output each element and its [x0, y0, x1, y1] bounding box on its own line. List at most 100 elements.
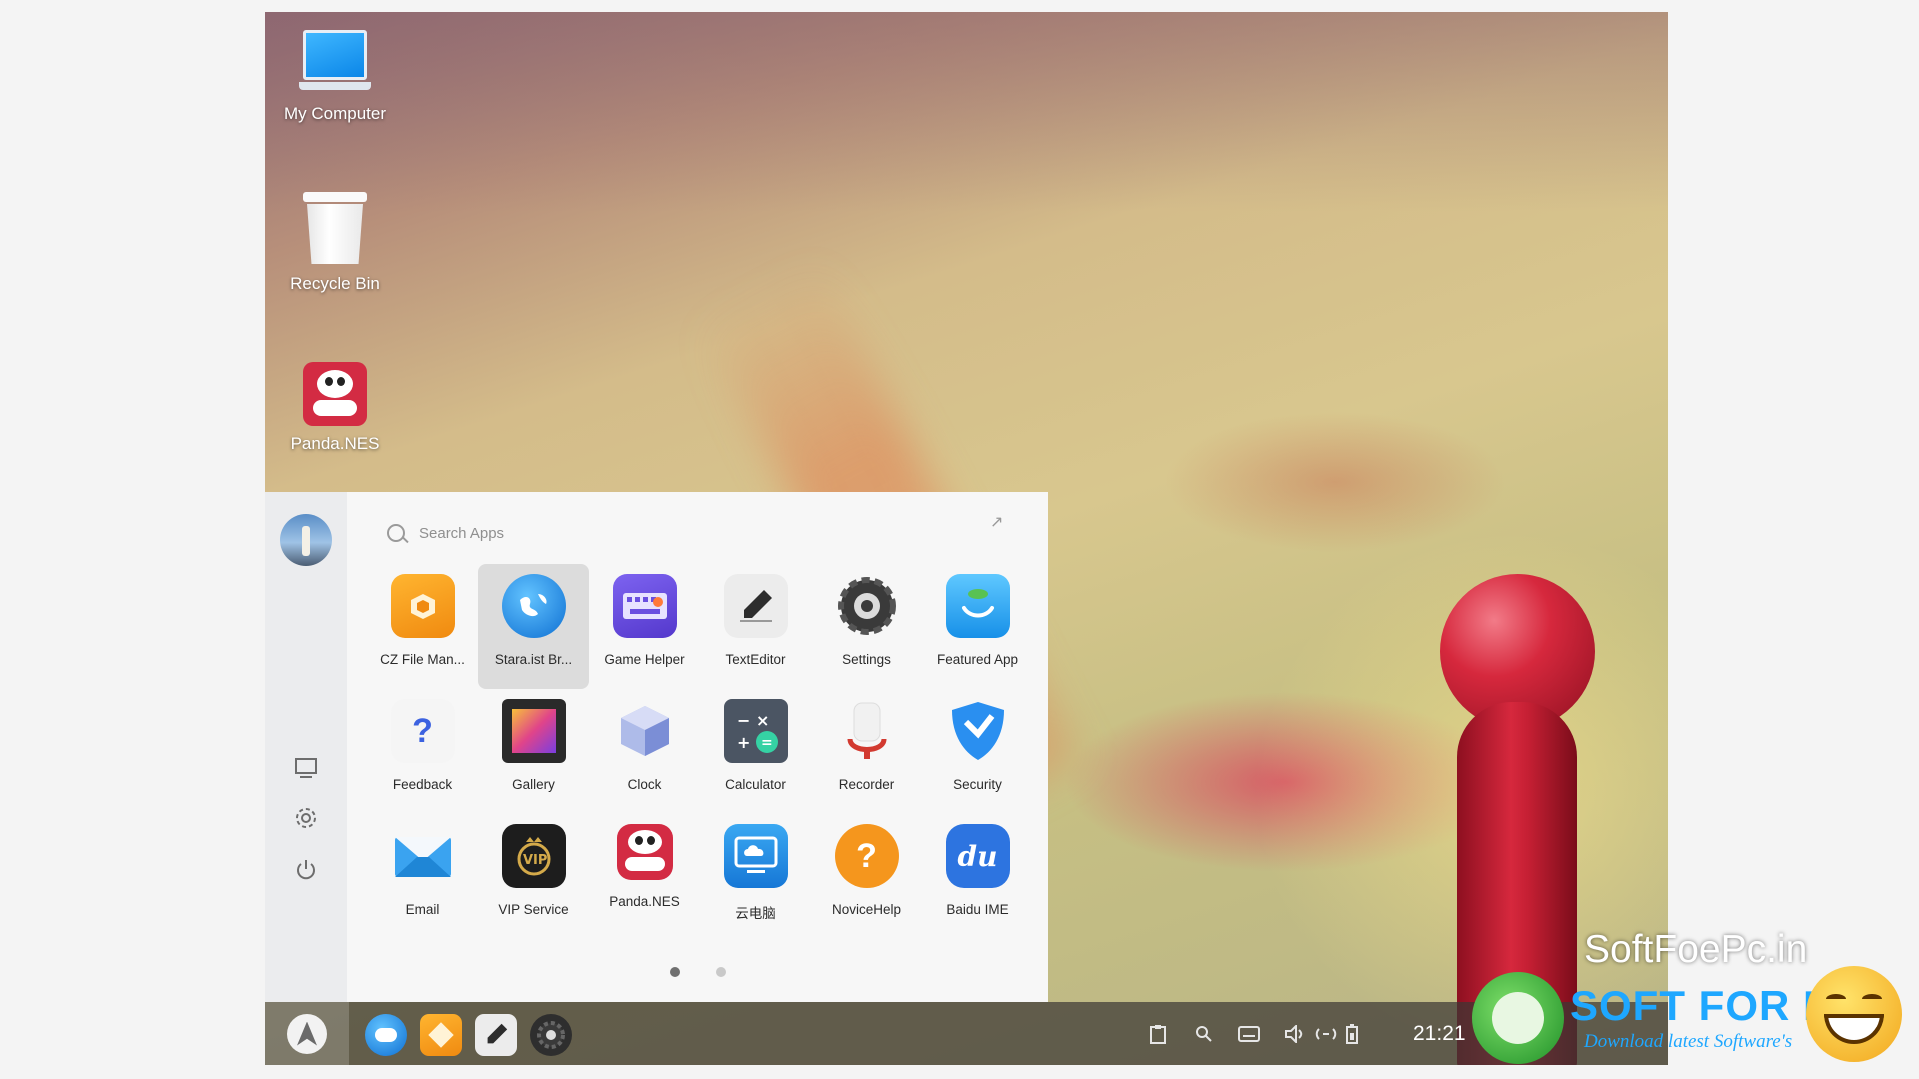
app-label: Panda.NES: [609, 894, 680, 909]
svg-text:VIP: VIP: [523, 853, 547, 868]
search-bar[interactable]: Search Apps: [387, 516, 987, 550]
folder-cube-icon: [428, 1022, 454, 1048]
app-launcher: Search Apps ↗ CZ File Man... Stara.ist B…: [347, 492, 1048, 1002]
app-clock[interactable]: Clock: [589, 689, 700, 814]
microphone-icon: [835, 699, 899, 763]
tray-battery-icon[interactable]: [1345, 1002, 1359, 1065]
app-security[interactable]: Security: [922, 689, 1033, 814]
app-feedback[interactable]: ? Feedback: [367, 689, 478, 814]
page-dot-1[interactable]: [669, 967, 680, 977]
app-vip-service[interactable]: VIP VIP Service: [478, 814, 589, 939]
search-input[interactable]: Search Apps: [419, 525, 504, 542]
desktop-show-button[interactable]: [292, 754, 320, 782]
app-label: NoviceHelp: [831, 902, 902, 917]
tray-volume-icon[interactable]: [1285, 1002, 1305, 1065]
picture-icon: [501, 699, 566, 763]
app-email[interactable]: Email: [367, 814, 478, 939]
taskbar-file-manager[interactable]: [420, 1014, 462, 1056]
gear-icon: [537, 1021, 565, 1049]
taskbar-settings[interactable]: [530, 1014, 572, 1056]
start-button[interactable]: [265, 1002, 349, 1065]
tray-clipboard-icon[interactable]: [1150, 1002, 1166, 1065]
panda-gamepad-icon: [616, 824, 673, 880]
app-label: CZ File Man...: [380, 652, 465, 667]
question-icon: ?: [390, 699, 455, 763]
svg-text:+: +: [737, 733, 750, 752]
watermark-logo-icon: [1472, 972, 1564, 1064]
app-recorder[interactable]: Recorder: [811, 689, 922, 814]
globe-icon: [375, 1028, 397, 1042]
watermark-subtitle: Download latest Software's: [1584, 1031, 1793, 1052]
help-circle-icon: ?: [834, 824, 899, 888]
desktop-icon-recycle-bin[interactable]: Recycle Bin: [270, 192, 400, 294]
desktop-icon-label: My Computer: [283, 104, 387, 123]
gear-icon: [296, 808, 316, 828]
app-browser[interactable]: Stara.ist Br...: [478, 564, 589, 689]
laptop-icon: [299, 30, 371, 96]
expand-arrow-icon[interactable]: ↗: [990, 512, 1003, 532]
app-cz-file-manager[interactable]: CZ File Man...: [367, 564, 478, 689]
taskbar-text-editor[interactable]: [475, 1014, 517, 1056]
vip-crown-icon: VIP: [501, 824, 566, 888]
app-label: TextEditor: [725, 652, 786, 667]
app-label: Settings: [842, 652, 891, 667]
calculator-icon: − × + =: [723, 699, 788, 763]
app-settings[interactable]: Settings: [811, 564, 922, 689]
app-panda-nes[interactable]: Panda.NES: [589, 814, 700, 939]
desktop-icon-my-computer[interactable]: My Computer: [270, 30, 400, 124]
app-label: Clock: [627, 777, 662, 792]
tray-network-icon[interactable]: [1315, 1002, 1337, 1065]
app-label: 云电脑: [735, 906, 776, 921]
app-label: Feedback: [392, 777, 453, 792]
monitor-icon: [295, 758, 317, 778]
app-label: Calculator: [725, 777, 786, 792]
app-novice-help[interactable]: ? NoviceHelp: [811, 814, 922, 939]
desktop: My Computer Recycle Bin Panda.NES Search…: [265, 12, 1668, 1065]
phoenix-logo-icon: [287, 1013, 327, 1054]
taskbar: 21:21: [265, 1002, 1668, 1065]
power-button[interactable]: [292, 856, 320, 884]
desktop-icon-label: Recycle Bin: [290, 274, 380, 293]
globe-icon: [501, 574, 566, 638]
page-dot-2[interactable]: [715, 967, 726, 977]
launcher-sidebar: [265, 492, 347, 1002]
trash-icon: [303, 192, 367, 266]
app-game-helper[interactable]: Game Helper: [589, 564, 700, 689]
desktop-icon-panda-nes[interactable]: Panda.NES: [270, 362, 400, 454]
app-cloud-computer[interactable]: 云电脑: [700, 814, 811, 939]
app-featured[interactable]: Featured App: [922, 564, 1033, 689]
panda-gamepad-icon: [303, 362, 367, 426]
pen-icon: [487, 1023, 508, 1044]
app-label: VIP Service: [498, 902, 569, 917]
svg-text:=: =: [761, 735, 773, 751]
taskbar-clock[interactable]: 21:21: [1413, 1002, 1466, 1065]
store-bag-icon: [945, 574, 1010, 638]
app-label: Stara.ist Br...: [494, 652, 573, 667]
app-calculator[interactable]: − × + = Calculator: [700, 689, 811, 814]
page-indicator: [347, 964, 1048, 982]
pen-icon: [723, 574, 788, 638]
app-text-editor[interactable]: TextEditor: [700, 564, 811, 689]
desktop-icon-label: Panda.NES: [290, 434, 380, 453]
power-icon: [297, 860, 315, 880]
settings-button[interactable]: [292, 804, 320, 832]
app-gallery[interactable]: Gallery: [478, 689, 589, 814]
app-baidu-ime[interactable]: du Baidu IME: [922, 814, 1033, 939]
app-label: Recorder: [838, 777, 895, 792]
baidu-du-icon: du: [945, 824, 1010, 888]
watermark-site-text: SoftFoePc.in: [1584, 928, 1808, 971]
tray-search-icon[interactable]: [1195, 1002, 1213, 1065]
app-label: Baidu IME: [946, 902, 1009, 917]
cloud-monitor-icon: [723, 824, 788, 888]
app-label: Email: [405, 902, 440, 917]
keyboard-icon: [612, 574, 677, 638]
smiley-emoji-icon: [1806, 966, 1902, 1062]
app-label: Game Helper: [604, 652, 685, 667]
app-label: Gallery: [512, 777, 555, 792]
app-grid: CZ File Man... Stara.ist Br... Game Help…: [367, 564, 1033, 939]
clock-cube-icon: [613, 699, 677, 763]
tray-keyboard-icon[interactable]: [1238, 1002, 1260, 1065]
avatar[interactable]: [280, 514, 332, 566]
app-label: Security: [953, 777, 1002, 792]
taskbar-browser[interactable]: [365, 1014, 407, 1056]
